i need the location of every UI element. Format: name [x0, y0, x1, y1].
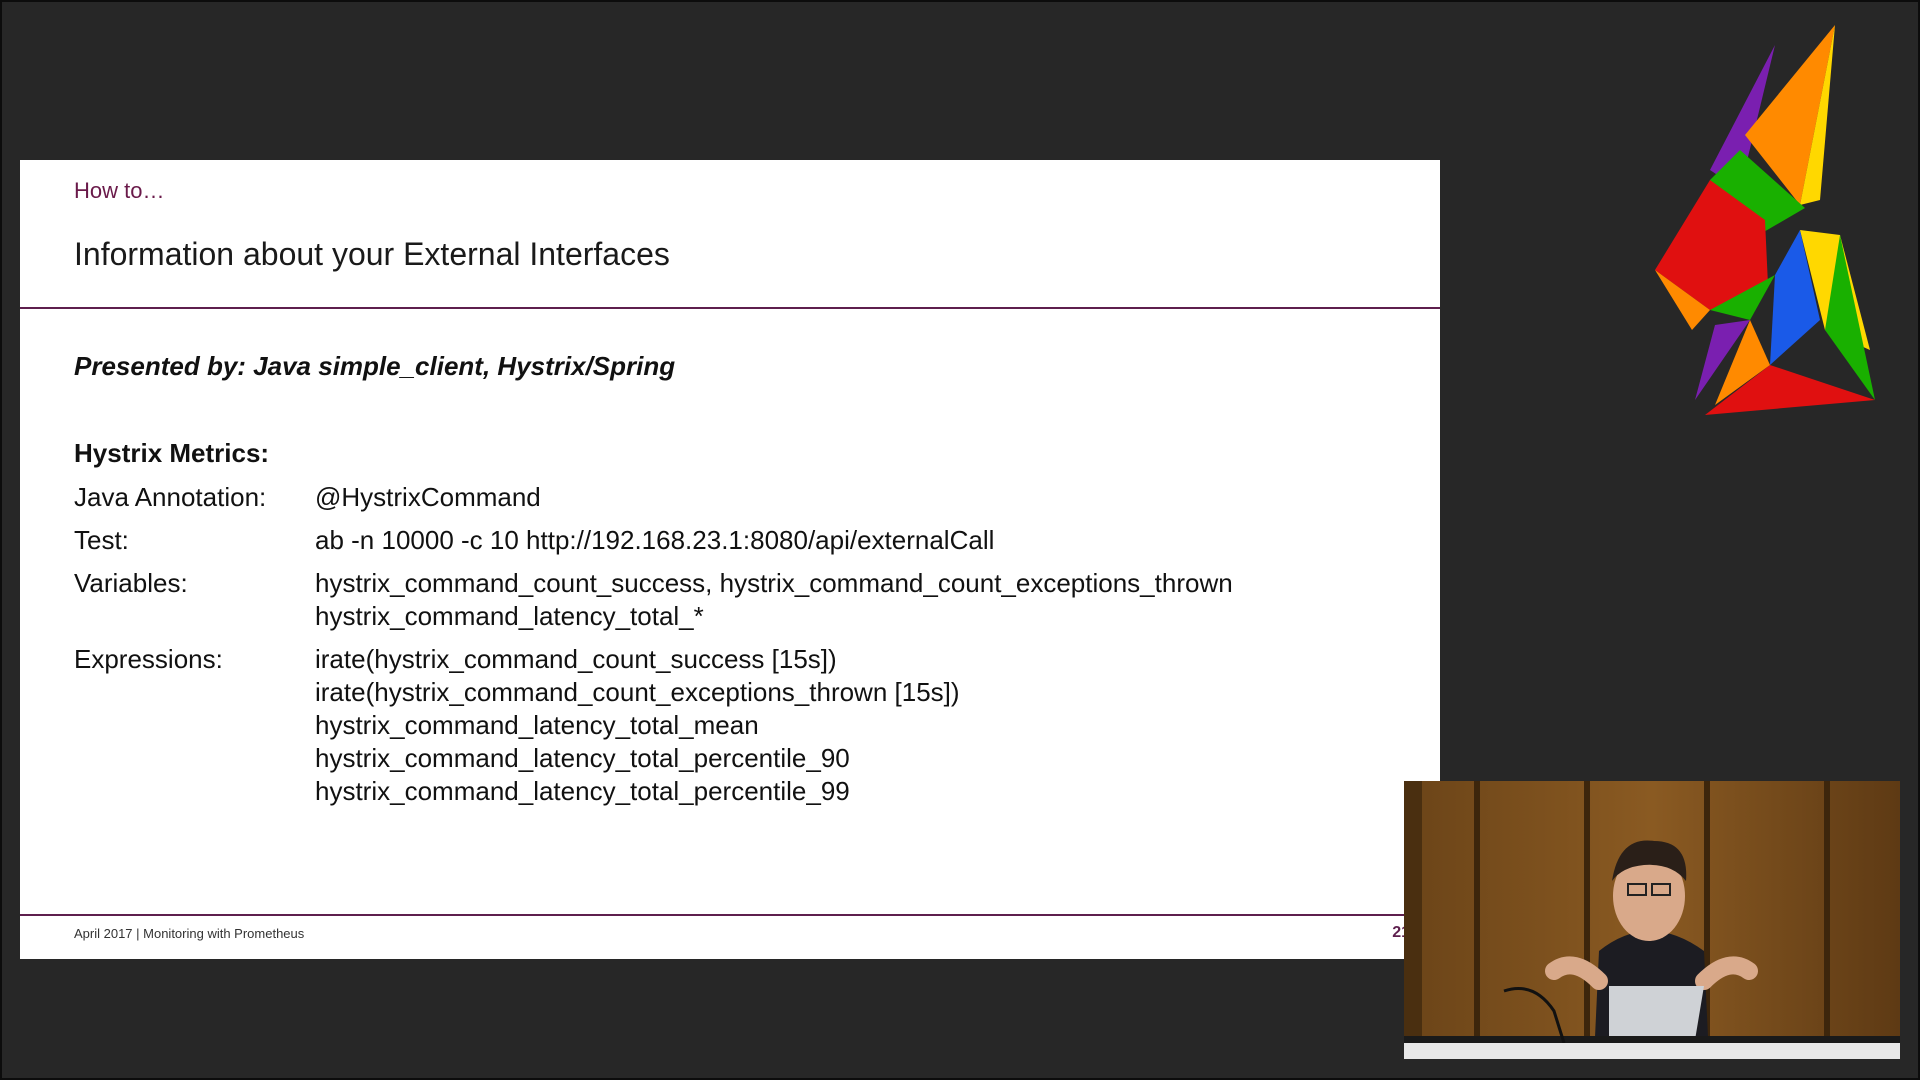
presented-by-line: Presented by: Java simple_client, Hystri…	[74, 351, 676, 381]
footer-divider	[20, 914, 1440, 916]
value-line: hystrix_command_latency_total_mean	[315, 710, 759, 740]
origami-rabbit-logo-icon	[1655, 25, 1875, 415]
speaker-webcam-feed	[1404, 781, 1900, 1059]
value-line: @HystrixCommand	[315, 482, 541, 512]
row-label: Java Annotation:	[74, 482, 267, 512]
value-line: hystrix_command_latency_total_*	[315, 601, 704, 631]
row-value: ab -n 10000 -c 10 http://192.168.23.1:80…	[315, 524, 994, 557]
row-label: Expressions:	[74, 644, 223, 674]
value-line: hystrix_command_latency_total_percentile…	[315, 743, 850, 773]
section-heading: Hystrix Metrics:	[74, 438, 270, 468]
value-line: irate(hystrix_command_count_success [15s…	[315, 644, 837, 674]
slide-footer-text: April 2017 | Monitoring with Prometheus	[74, 926, 305, 941]
slide-title: Information about your External Interfac…	[74, 236, 670, 272]
row-label: Variables:	[74, 568, 188, 598]
value-line: ab -n 10000 -c 10 http://192.168.23.1:80…	[315, 525, 995, 555]
title-divider	[20, 307, 1440, 309]
value-line: hystrix_command_latency_total_percentile…	[315, 776, 850, 806]
row-value: irate(hystrix_command_count_success [15s…	[315, 643, 960, 808]
value-line: hystrix_command_count_success, hystrix_c…	[315, 568, 1233, 598]
row-value: @HystrixCommand	[315, 481, 541, 514]
row-label: Test:	[74, 525, 129, 555]
row-value: hystrix_command_count_success, hystrix_c…	[315, 567, 1233, 633]
presentation-slide: How to… Information about your External …	[20, 160, 1440, 959]
slide-kicker: How to…	[74, 178, 165, 203]
speaker-video-icon	[1404, 781, 1900, 1059]
value-line: irate(hystrix_command_count_exceptions_t…	[315, 677, 960, 707]
